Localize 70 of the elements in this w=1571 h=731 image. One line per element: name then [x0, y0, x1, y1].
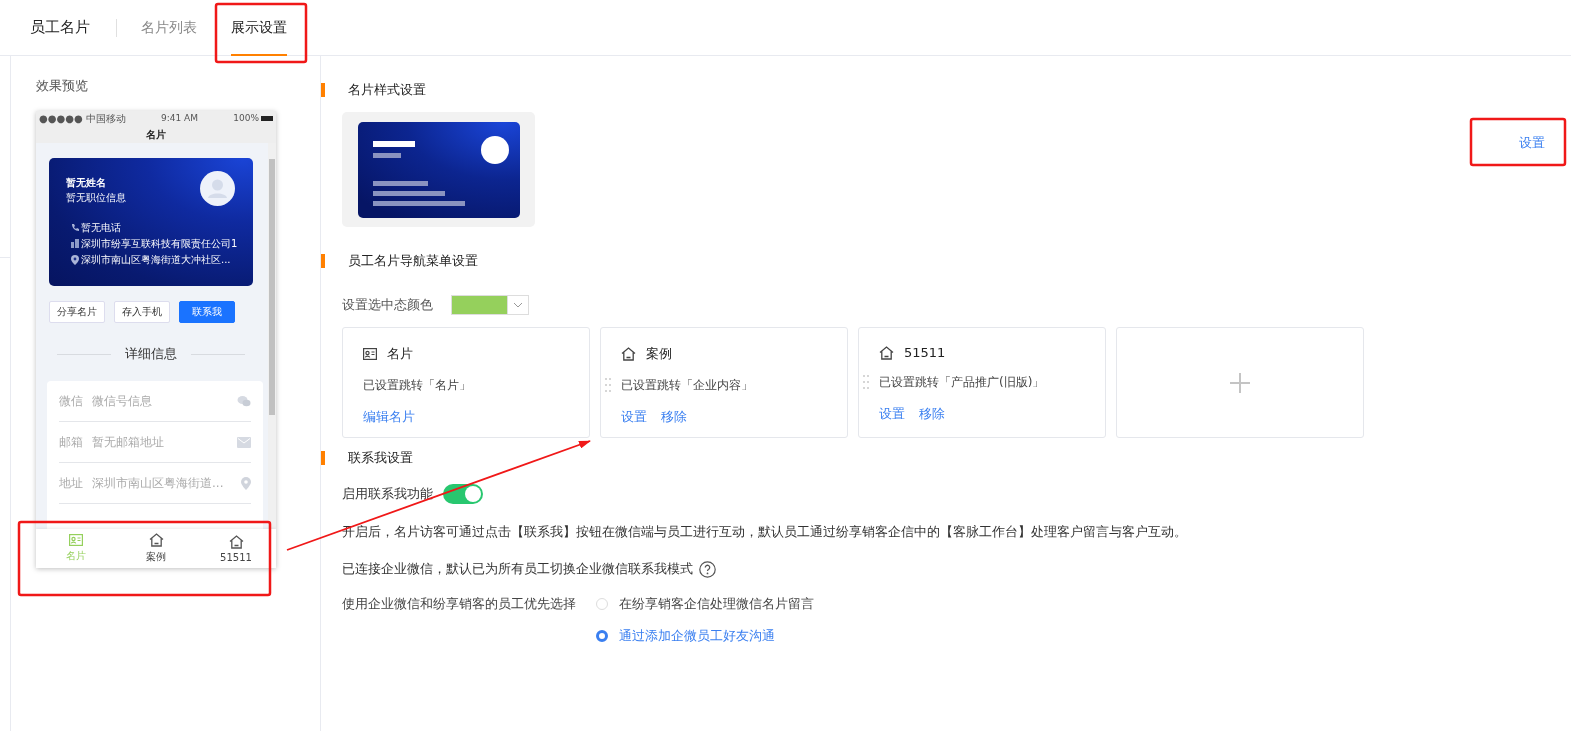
page-title: 员工名片: [30, 18, 90, 37]
radio-label[interactable]: 通过添加企微员工好友沟通: [619, 627, 775, 645]
tab-bar-item[interactable]: 51511: [196, 529, 276, 568]
card-action-button[interactable]: 分享名片: [49, 301, 105, 323]
section-heading: 详细信息: [125, 345, 177, 363]
detail-label: 微信: [59, 392, 83, 410]
avatar-icon: [200, 171, 235, 206]
screen-title: 名片: [146, 127, 166, 142]
section-title: 员工名片导航菜单设置: [348, 252, 478, 270]
menu-item-link[interactable]: 设置: [879, 405, 905, 423]
carrier-text: ●●●●● 中国移动: [39, 113, 126, 124]
toggle-label: 启用联系我功能: [342, 485, 433, 503]
location-icon: [71, 254, 79, 265]
menu-item-target: 已设置跳转「企业内容」: [621, 378, 753, 392]
radio-label[interactable]: 在纷享销客企信处理微信名片留言: [619, 595, 814, 613]
section-title: 名片样式设置: [348, 81, 426, 99]
menu-item-name: 51511: [904, 345, 946, 360]
card-info-text: 暂无电话: [81, 221, 121, 234]
building-icon: [71, 239, 79, 248]
card-action-button[interactable]: 存入手机: [114, 301, 170, 323]
preview-title: 效果预览: [36, 77, 88, 95]
home-icon: [148, 533, 164, 547]
dropdown-caret-icon[interactable]: [507, 295, 529, 315]
settings-link[interactable]: 设置: [1519, 134, 1545, 152]
drag-handle-icon[interactable]: [863, 375, 869, 389]
home-icon: [621, 347, 636, 361]
phone-icon: [71, 223, 79, 232]
menu-item-target: 已设置跳转「产品推广(旧版)」: [879, 375, 1045, 389]
tab-bar-item[interactable]: 案例: [116, 529, 196, 568]
battery-icon: [261, 116, 273, 121]
menu-item-link[interactable]: 移除: [661, 408, 687, 426]
id-card-icon: [69, 534, 83, 546]
tab[interactable]: 展示设置: [231, 0, 287, 56]
card-action-button[interactable]: 联系我: [179, 301, 235, 323]
color-label: 设置选中态颜色: [342, 296, 433, 314]
menu-item-name: 名片: [387, 345, 413, 363]
menu-item-link[interactable]: 移除: [919, 405, 945, 423]
card-info-text: 深圳市南山区粤海街道大冲社区...: [81, 253, 231, 266]
tab[interactable]: 名片列表: [141, 0, 197, 56]
drag-handle-icon[interactable]: [605, 378, 611, 392]
add-menu-item-button[interactable]: [1116, 327, 1364, 438]
detail-value: 微信号信息: [92, 392, 153, 410]
id-card-icon: [363, 348, 377, 360]
option-label: 使用企业微信和纷享销客的员工优先选择: [342, 595, 577, 613]
color-swatch[interactable]: [451, 295, 507, 315]
detail-label: 邮箱: [59, 433, 83, 451]
detail-value: 暂无邮箱地址: [92, 433, 165, 451]
location-icon: [241, 476, 251, 490]
detail-label: 地址: [59, 474, 83, 492]
card-name: 暂无姓名: [66, 176, 107, 190]
add-icon: [1230, 372, 1250, 393]
toggle-switch[interactable]: [443, 484, 483, 504]
detail-value: 深圳市南山区粤海街道...: [92, 474, 225, 492]
menu-item-link[interactable]: 设置: [621, 408, 647, 426]
battery-text: 100%: [233, 113, 259, 124]
note-text: 已连接企业微信，默认已为所有员工切换企业微信联系我模式: [342, 560, 693, 578]
home-icon: [879, 345, 894, 360]
home-icon: [228, 534, 244, 549]
menu-item-target: 已设置跳转「名片」: [363, 378, 471, 392]
card-position: 暂无职位信息: [66, 191, 127, 205]
help-icon[interactable]: [699, 560, 716, 578]
radio-button[interactable]: [596, 630, 608, 642]
mail-icon: [237, 436, 251, 448]
chat-icon: [237, 395, 251, 407]
menu-item-name: 案例: [646, 345, 672, 363]
section-title: 联系我设置: [348, 449, 413, 467]
card-style-thumbnail[interactable]: [342, 112, 535, 227]
clock-text: 9:41 AM: [161, 113, 199, 124]
menu-item-link[interactable]: 编辑名片: [363, 408, 415, 426]
card-info-text: 深圳市纷享互联科技有限责任公司1: [81, 237, 238, 250]
